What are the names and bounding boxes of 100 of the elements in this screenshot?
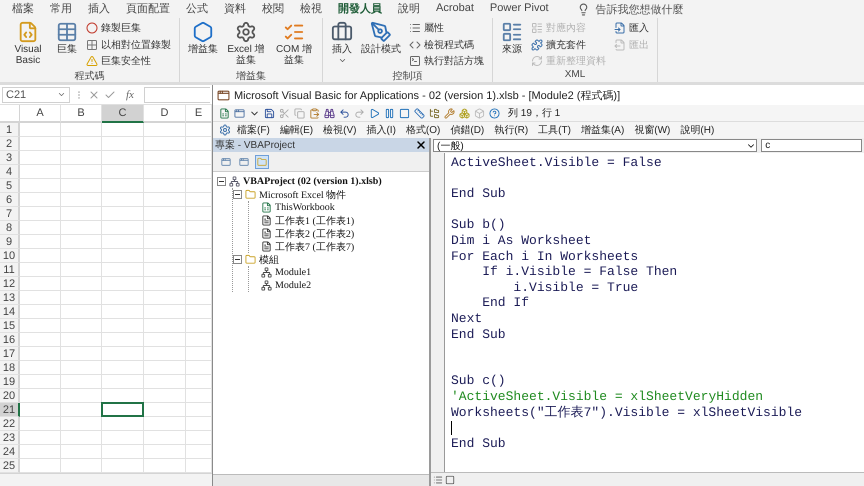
menu-item[interactable]: 說明(H)	[676, 123, 718, 137]
toggle-folders-button[interactable]	[255, 154, 269, 168]
menu-item[interactable]: 執行(R)	[490, 123, 532, 137]
ribbon-tab[interactable]: Power Pivot	[482, 0, 557, 18]
row-header[interactable]: 25	[0, 459, 20, 473]
menu-item[interactable]: 工具(T)	[534, 123, 575, 137]
menu-item[interactable]: 插入(I)	[362, 123, 400, 137]
module-view-icon[interactable]	[445, 474, 455, 484]
row-header[interactable]: 20	[0, 389, 20, 403]
function-button[interactable]: fx	[120, 88, 140, 100]
row-header[interactable]: 16	[0, 333, 20, 347]
run-button[interactable]	[369, 108, 380, 118]
ribbon-button[interactable]: 巨集安全性	[84, 53, 173, 70]
row-header[interactable]: 22	[0, 417, 20, 431]
ribbon-button[interactable]: 屬性	[407, 20, 486, 36]
column-header[interactable]: B	[61, 105, 102, 123]
ribbon-tab[interactable]: 公式	[178, 0, 216, 20]
ribbon-button[interactable]: COM 增益集	[272, 20, 316, 69]
menu-item[interactable]: 格式(O)	[402, 123, 444, 137]
row-header[interactable]: 9	[0, 235, 20, 249]
tree-item[interactable]: Module2	[275, 280, 312, 291]
ribbon-button[interactable]: 檢視程式碼	[407, 36, 486, 52]
form-button[interactable]	[234, 108, 245, 118]
ribbon-button[interactable]: 來源	[499, 20, 525, 69]
row-header[interactable]: 12	[0, 277, 20, 291]
ribbon-tab[interactable]: 常用	[42, 0, 80, 20]
collapse-icon[interactable]	[233, 190, 242, 199]
ribbon-tab[interactable]: 資料	[216, 0, 254, 20]
find-button[interactable]	[324, 108, 335, 118]
row-header[interactable]: 11	[0, 263, 20, 277]
menu-item[interactable]: 視窗(W)	[630, 123, 674, 137]
row-header[interactable]: 24	[0, 445, 20, 459]
enter-icon[interactable]	[104, 88, 116, 100]
row-header[interactable]: 15	[0, 319, 20, 333]
ribbon-button[interactable]: 擴充套件	[529, 36, 608, 52]
redo-button[interactable]	[354, 108, 365, 118]
row-header[interactable]: 7	[0, 207, 20, 221]
menu-item[interactable]: 偵錯(D)	[446, 123, 488, 137]
formula-field[interactable]	[144, 86, 210, 102]
tree-item[interactable]: Microsoft Excel 物件	[259, 188, 346, 202]
row-header[interactable]: 6	[0, 193, 20, 207]
ribbon-button[interactable]: 以相對位置錄製	[84, 36, 173, 52]
ribbon-button[interactable]: 增益集	[186, 20, 220, 69]
row-header[interactable]: 19	[0, 375, 20, 389]
ribbon-tab[interactable]: 頁面配置	[118, 0, 178, 20]
row-header[interactable]: 17	[0, 347, 20, 361]
ribbon-button[interactable]: 匯入	[612, 20, 651, 36]
select-all-corner[interactable]	[0, 105, 20, 123]
ribbon-button[interactable]: 巨集	[54, 20, 80, 69]
menu-item[interactable]: 檢視(V)	[319, 123, 360, 137]
tell-me-field[interactable]: 告訴我您想做什麼	[596, 2, 684, 16]
row-header[interactable]: 23	[0, 431, 20, 445]
procedure-view-icon[interactable]	[433, 474, 443, 484]
ribbon-tab[interactable]: 檔案	[4, 0, 42, 20]
spreadsheet-button[interactable]	[219, 108, 230, 118]
ribbon-button[interactable]: 錄製巨集	[84, 20, 173, 36]
row-header[interactable]: 13	[0, 291, 20, 305]
tree-item[interactable]: ThisWorkbook	[275, 202, 335, 213]
ribbon-tab[interactable]: 檢視	[292, 0, 330, 20]
procedure-dropdown[interactable]: c	[761, 139, 862, 152]
ribbon-tab[interactable]: 插入	[80, 0, 118, 20]
collapse-icon[interactable]	[217, 177, 226, 186]
tree-item[interactable]: 模組	[259, 252, 279, 266]
collapse-icon[interactable]	[233, 255, 242, 264]
tree-item[interactable]: 工作表7 (工作表7)	[275, 240, 354, 254]
row-header[interactable]: 4	[0, 165, 20, 179]
help-button[interactable]	[489, 108, 500, 118]
cut-button[interactable]	[279, 108, 290, 118]
ribbon-tab[interactable]: 校閱	[254, 0, 292, 20]
paste-button[interactable]	[309, 108, 320, 118]
row-header[interactable]: 2	[0, 137, 20, 151]
ribbon-button[interactable]: Excel 增益集	[224, 20, 268, 69]
scroll-bar[interactable]	[431, 472, 864, 486]
row-header[interactable]: 10	[0, 249, 20, 263]
save-button[interactable]	[264, 108, 275, 118]
copy-button[interactable]	[294, 108, 305, 118]
ribbon-button[interactable]: 設計模式	[359, 20, 403, 69]
column-header[interactable]: A	[20, 105, 61, 123]
menu-item[interactable]: 編輯(E)	[276, 123, 318, 137]
tree-item[interactable]: VBAProject (02 (version 1).xlsb)	[243, 176, 382, 187]
row-header[interactable]: 8	[0, 221, 20, 235]
ribbon-tab[interactable]: Acrobat	[428, 0, 482, 18]
column-header[interactable]: D	[144, 105, 186, 123]
stop-button[interactable]	[399, 108, 410, 118]
ribbon-button[interactable]: 執行對話方塊	[407, 53, 486, 70]
pause-button[interactable]	[384, 108, 395, 118]
row-header[interactable]: 5	[0, 179, 20, 193]
undo-button[interactable]	[339, 108, 350, 118]
tree-item[interactable]: 工作表2 (工作表2)	[275, 226, 354, 240]
object-dropdown[interactable]: (一般)	[433, 139, 758, 152]
ribbon-tab[interactable]: 說明	[390, 0, 428, 20]
cancel-icon[interactable]	[88, 88, 100, 100]
menu-item[interactable]: 增益集(A)	[576, 123, 628, 137]
column-header[interactable]: C	[102, 105, 144, 123]
ribbon-button[interactable]: 插入	[329, 20, 355, 69]
name-box[interactable]: C21	[2, 86, 70, 102]
row-header[interactable]: 1	[0, 123, 20, 137]
tree-item[interactable]: 工作表1 (工作表1)	[275, 214, 354, 228]
tree-item[interactable]: Module1	[275, 267, 312, 278]
row-header[interactable]: 21	[0, 403, 20, 417]
